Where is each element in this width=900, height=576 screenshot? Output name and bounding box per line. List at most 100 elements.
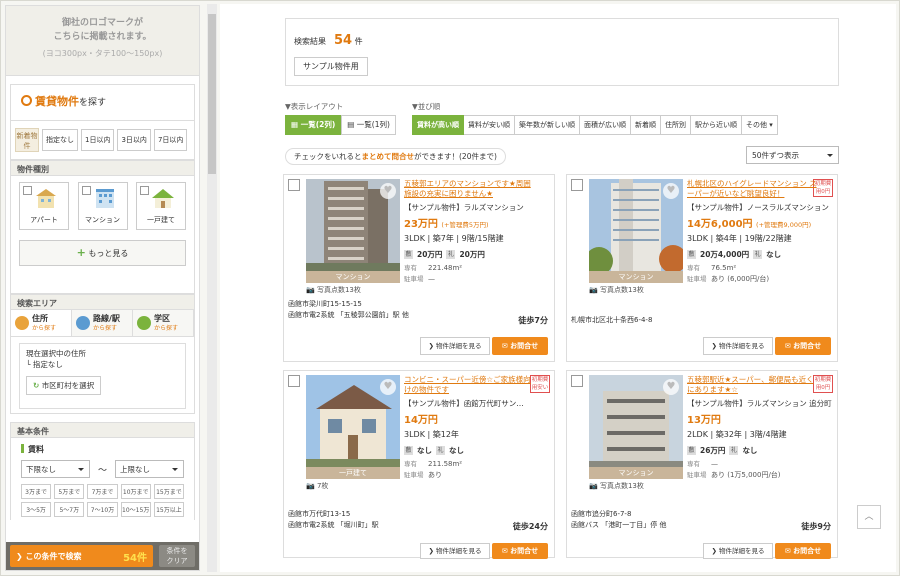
layout-2col-button[interactable]: ▦ 一覧(2列) <box>285 115 342 135</box>
tab-address[interactable]: 住所 から探す <box>11 310 72 336</box>
rent-quick-option[interactable]: 10万まで <box>120 484 151 499</box>
property-name: 【サンプル物件】函館万代町サン… <box>404 399 524 408</box>
search-submit-button[interactable]: ❯ この条件で検索 54件 <box>10 545 153 567</box>
sort-newest-built[interactable]: 築年数が新しい順 <box>515 115 580 135</box>
property-photo[interactable]: ♥ <box>306 179 400 271</box>
rent-min-select[interactable]: 下限なし <box>21 460 90 478</box>
walk-time: 徒歩7分 <box>518 316 548 325</box>
tab-sub: から探す <box>154 325 179 332</box>
search-submit-count: 54件 <box>123 552 147 564</box>
current-area-label: 現在選択中の住所 <box>26 349 86 358</box>
rent-quick-option[interactable]: 5万まで <box>54 484 85 499</box>
tab-label: 学区 <box>154 314 170 323</box>
search-icon <box>21 95 32 106</box>
rent-selects: 下限なし 〜 上限なし <box>10 458 195 480</box>
sort-new-arrival[interactable]: 新着順 <box>631 115 661 135</box>
detail-button[interactable]: ❯ 物件詳細を見る <box>420 543 490 559</box>
property-title-link[interactable]: 五稜郭駅近★スーパー、郵便局も近くにあります★☆ <box>687 375 817 395</box>
deposit-key-money: 敷なし礼なし <box>404 446 464 455</box>
new-option[interactable]: 3日以内 <box>117 129 151 151</box>
search-title-rest: を探す <box>79 98 107 108</box>
favorite-heart-icon[interactable]: ♥ <box>380 379 396 395</box>
new-option[interactable]: 1日以内 <box>81 129 115 151</box>
current-area-value: └ 指定なし <box>26 360 63 369</box>
photo-type-tag: マンション <box>589 271 683 283</box>
deposit-key-money: 敷 20万4,000円礼なし <box>687 250 782 259</box>
favorite-heart-icon[interactable]: ♥ <box>663 379 679 395</box>
property-photo[interactable]: ♥ <box>589 179 683 271</box>
tab-school[interactable]: 学区 から探す <box>133 310 194 336</box>
deposit-icon: 敷 <box>687 446 696 455</box>
favorite-heart-icon[interactable]: ♥ <box>380 183 396 199</box>
new-option[interactable]: 指定なし <box>42 129 78 151</box>
type-checkbox[interactable] <box>23 186 32 195</box>
rent-quick-option[interactable]: 15万まで <box>153 484 184 499</box>
property-price: 14万円 <box>404 415 438 426</box>
type-apartment[interactable]: アパート <box>19 182 69 230</box>
walk-time: 徒歩24分 <box>512 522 548 531</box>
type-house[interactable]: 一戸建て <box>136 182 186 230</box>
rent-quick-option[interactable]: 10〜15万 <box>120 502 151 517</box>
property-address: 札幌市北区北十条西6-4-8 <box>571 316 653 324</box>
layout-1col-button[interactable]: ▤ 一覧(1列) <box>341 115 396 135</box>
tab-sub: から探す <box>32 325 57 332</box>
refresh-icon: ↻ <box>33 381 40 390</box>
type-mansion[interactable]: マンション <box>77 182 128 230</box>
rent-quick-option[interactable]: 7万まで <box>87 484 118 499</box>
select-city-button[interactable]: ↻ 市区町村を選択 <box>26 376 102 395</box>
property-area-parking: 専有 211.58m² 駐車場 あり <box>404 460 463 479</box>
rent-quick-option[interactable]: 7〜10万 <box>87 502 118 517</box>
scrollbar-thumb[interactable] <box>208 14 216 174</box>
search-sidebar: 御社のロゴマークが こちらに掲載されます。 (ヨコ300px・タテ100〜150… <box>5 5 200 571</box>
sort-other[interactable]: その他 ▾ <box>742 115 778 135</box>
clear-conditions-button[interactable]: 条件を クリア <box>159 545 195 567</box>
rent-quick-option[interactable]: 3〜5万 <box>21 502 52 517</box>
favorite-heart-icon[interactable]: ♥ <box>663 183 679 199</box>
sort-rent-high[interactable]: 賃料が高い順 <box>412 115 464 135</box>
inquiry-button[interactable]: ✉ お問合せ <box>492 543 548 559</box>
school-icon <box>137 316 151 330</box>
walk-time: 徒歩9分 <box>801 522 831 531</box>
sort-area-large[interactable]: 面積が広い順 <box>580 115 631 135</box>
card-checkbox[interactable] <box>571 375 583 387</box>
per-page-select[interactable]: 50件ずつ表示 <box>746 146 839 164</box>
property-types: アパート マンション 一戸建て + もっと見る <box>10 176 195 294</box>
area-body: 現在選択中の住所 └ 指定なし ↻ 市区町村を選択 <box>10 336 195 414</box>
deposit-icon: 敷 <box>687 250 696 259</box>
type-checkbox[interactable] <box>140 186 149 195</box>
type-checkbox[interactable] <box>81 186 91 195</box>
detail-button[interactable]: ❯ 物件詳細を見る <box>703 543 773 559</box>
detail-button[interactable]: ❯ 物件詳細を見る <box>703 337 773 355</box>
sample-tag[interactable]: サンプル物件用 <box>294 57 368 76</box>
card-checkbox[interactable] <box>571 179 583 191</box>
photo-count: 📷 写真点数13枚 <box>589 286 644 294</box>
sort-rent-low[interactable]: 賃料が安い順 <box>464 115 515 135</box>
more-types-button[interactable]: + もっと見る <box>19 240 186 266</box>
property-photo[interactable]: ♥ <box>589 375 683 467</box>
city-button-label: 市区町村を選択 <box>41 381 95 390</box>
sidebar-footer: ❯ この条件で検索 54件 条件を クリア <box>6 542 199 570</box>
detail-button[interactable]: ❯ 物件詳細を見る <box>420 337 490 355</box>
sort-by-address[interactable]: 住所別 <box>661 115 691 135</box>
key-money-icon: 礼 <box>446 250 456 259</box>
sort-station-near[interactable]: 駅から近い順 <box>691 115 742 135</box>
card-checkbox[interactable] <box>288 375 300 387</box>
rent-quick-option[interactable]: 5〜7万 <box>54 502 85 517</box>
back-to-top-button[interactable]: ︿ <box>857 505 881 529</box>
rent-quick-option[interactable]: 15万以上 <box>153 502 184 517</box>
rent-quick-option[interactable]: 3万まで <box>21 484 52 499</box>
card-checkbox[interactable] <box>288 179 300 191</box>
new-option[interactable]: 7日以内 <box>153 129 188 151</box>
sidebar-scrollbar[interactable] <box>207 4 217 572</box>
tab-sub: から探す <box>93 325 118 332</box>
inquiry-button[interactable]: ✉ お問合せ <box>775 337 831 355</box>
tab-station[interactable]: 路線/駅 から探す <box>72 310 133 336</box>
property-photo[interactable]: ♥ <box>306 375 400 467</box>
rent-bar-icon <box>21 444 24 453</box>
inquiry-button[interactable]: ✉ お問合せ <box>775 543 831 559</box>
property-title-link[interactable]: 五稜郭エリアのマンションです★周囲施設の充実に困りません★ <box>404 179 534 199</box>
property-title-link[interactable]: コンビニ・スーパー近傍☆ご家族様向けの物件です <box>404 375 534 395</box>
property-title-link[interactable]: 札幌北区のハイグレードマンション スーパーが近いなど眺望良好！ <box>687 179 817 199</box>
rent-max-select[interactable]: 上限なし <box>115 460 184 478</box>
inquiry-button[interactable]: ✉ お問合せ <box>492 337 548 355</box>
